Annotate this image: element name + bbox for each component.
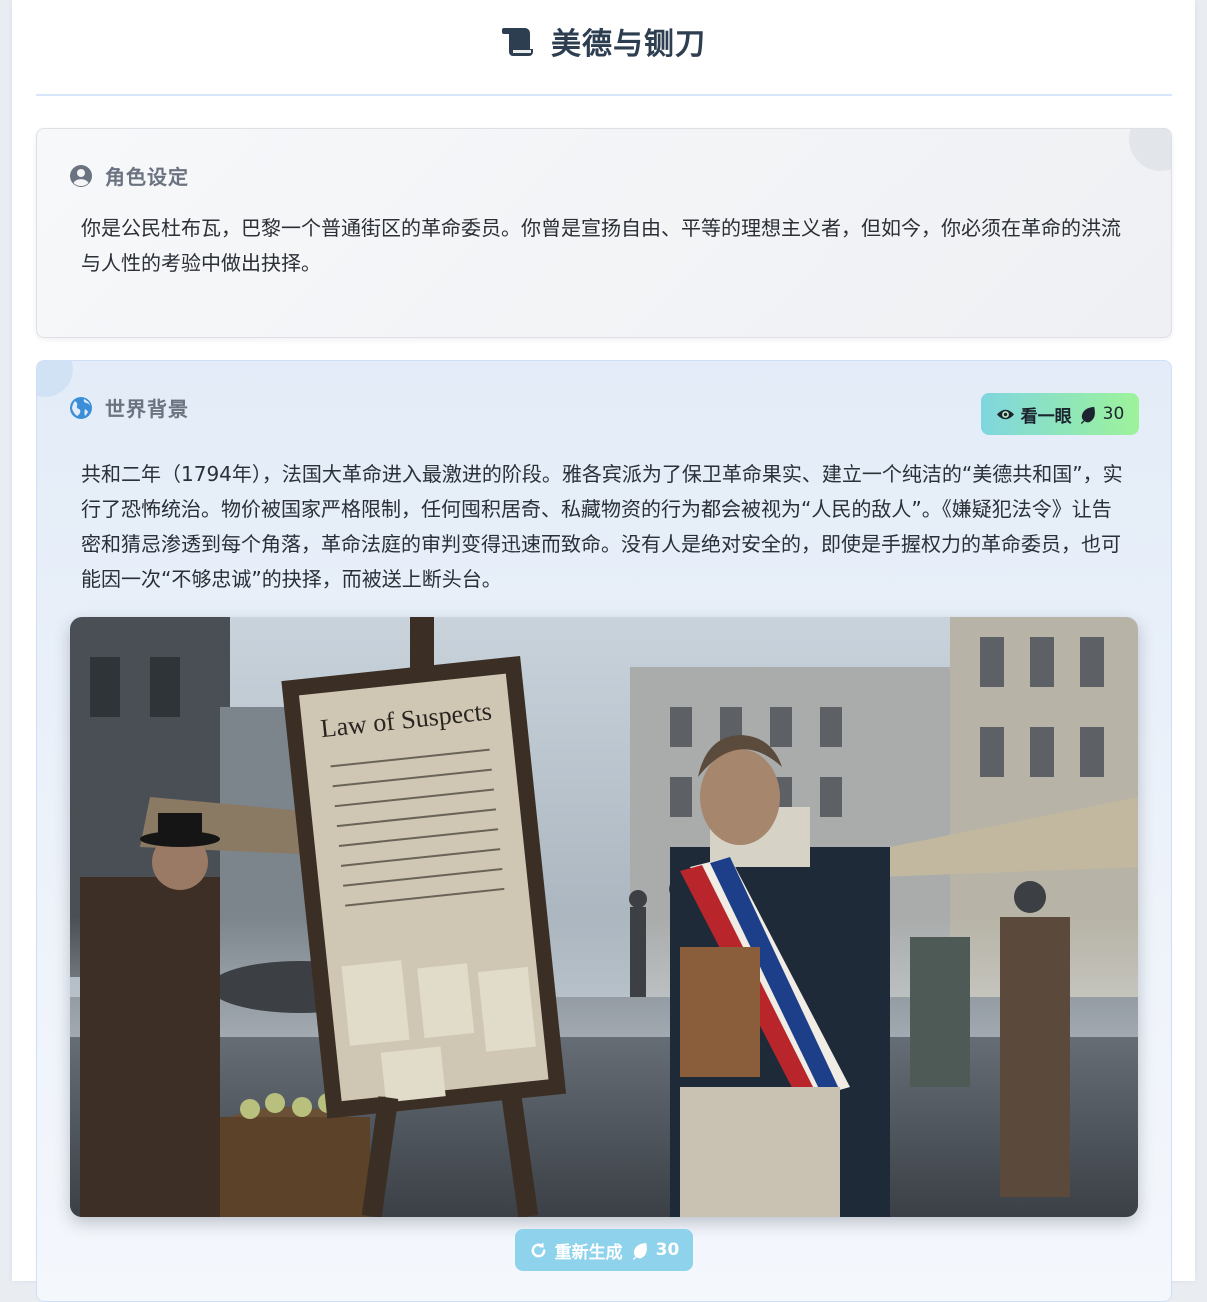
peek-button-label: 看一眼	[1020, 406, 1072, 427]
role-card-header: 角色设定	[69, 161, 189, 190]
world-card: 世界背景 看一眼 30 共和二年（1794年），法国大革命进入最激进的阶段。雅各…	[36, 360, 1172, 1302]
leaf-icon	[1078, 405, 1097, 424]
leaf-icon	[630, 1241, 649, 1260]
page: 美德与铡刀 角色设定 你是公民杜布瓦，巴黎一个普通街区的革命委员。你曾是宣扬自由…	[12, 0, 1195, 1302]
world-card-header: 世界背景	[69, 393, 189, 422]
regenerate-button[interactable]: 重新生成 30	[515, 1229, 693, 1271]
globe-icon	[69, 396, 93, 420]
refresh-icon	[529, 1241, 548, 1260]
title-bar: 美德与铡刀	[12, 0, 1195, 82]
peek-button[interactable]: 看一眼 30	[981, 393, 1139, 435]
role-card: 角色设定 你是公民杜布瓦，巴黎一个普通街区的革命委员。你曾是宣扬自由、平等的理想…	[36, 128, 1172, 338]
page-title: 美德与铡刀	[551, 27, 706, 62]
role-card-title: 角色设定	[105, 165, 189, 189]
scroll-icon	[501, 24, 539, 58]
regenerate-button-label: 重新生成	[554, 1242, 623, 1263]
title-divider	[36, 94, 1172, 96]
corner-decoration	[1129, 129, 1171, 171]
regenerate-button-cost: 30	[655, 1240, 680, 1260]
peek-button-cost: 30	[1102, 404, 1125, 424]
world-card-title: 世界背景	[105, 397, 189, 421]
eye-icon	[996, 405, 1015, 424]
scene-illustration: Law of Suspects	[70, 617, 1138, 1217]
scene-image: Law of Suspects	[70, 617, 1138, 1217]
world-description: 共和二年（1794年），法国大革命进入最激进的阶段。雅各宾派为了保卫革命果实、建…	[81, 462, 1123, 591]
user-circle-icon	[69, 164, 93, 188]
role-description: 你是公民杜布瓦，巴黎一个普通街区的革命委员。你曾是宣扬自由、平等的理想主义者，但…	[81, 216, 1121, 275]
corner-decoration	[37, 361, 73, 397]
